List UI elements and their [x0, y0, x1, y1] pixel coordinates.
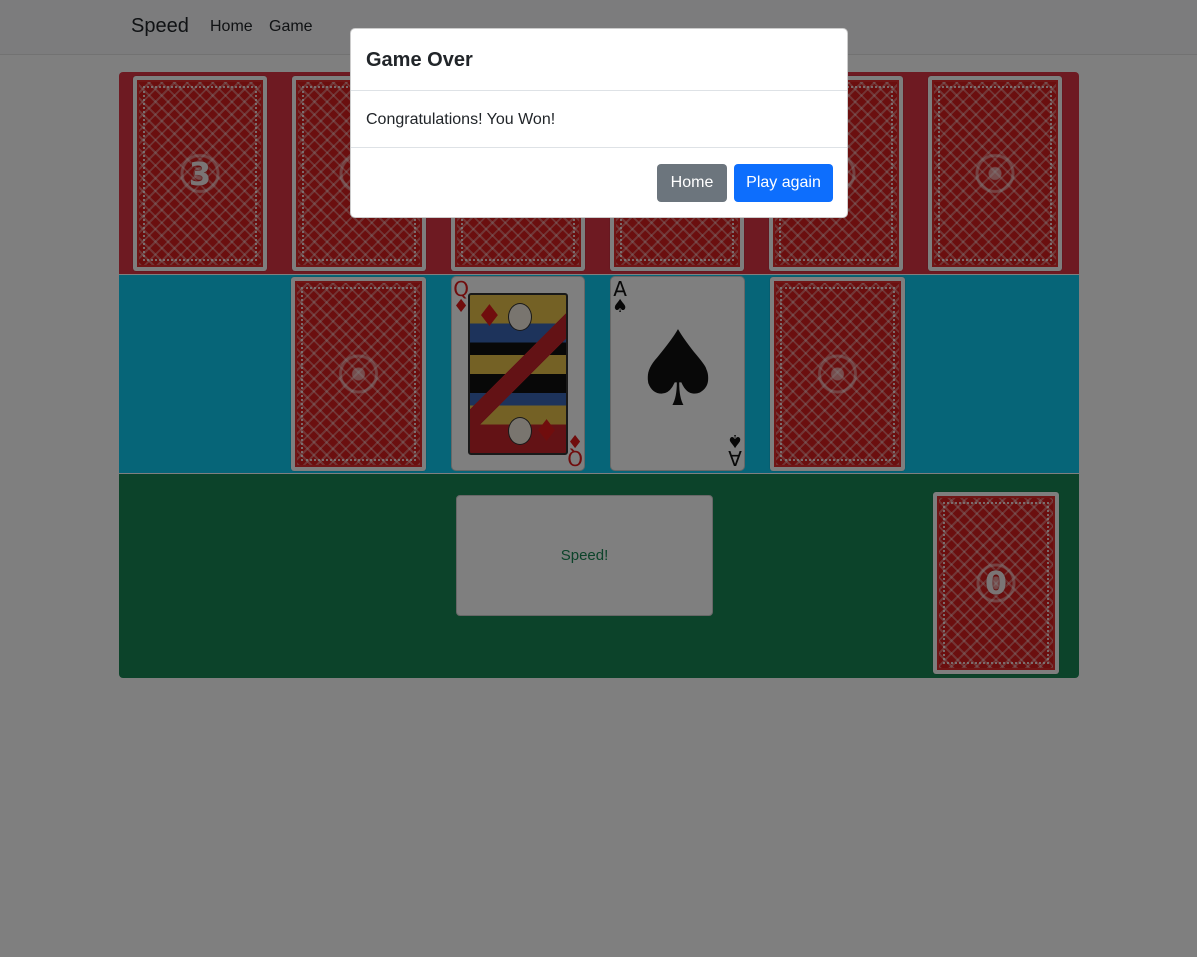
- speed-game-page: Speed Home Game 3 Q ♦: [0, 0, 1197, 957]
- play-again-button[interactable]: Play again: [734, 164, 833, 202]
- modal-header: Game Over: [351, 29, 847, 91]
- game-over-modal: Game Over Congratulations! You Won! Home…: [350, 28, 848, 218]
- modal-message: Congratulations! You Won!: [366, 111, 556, 128]
- home-button[interactable]: Home: [657, 164, 727, 202]
- modal-body: Congratulations! You Won!: [351, 91, 847, 148]
- modal-title: Game Over: [366, 49, 473, 71]
